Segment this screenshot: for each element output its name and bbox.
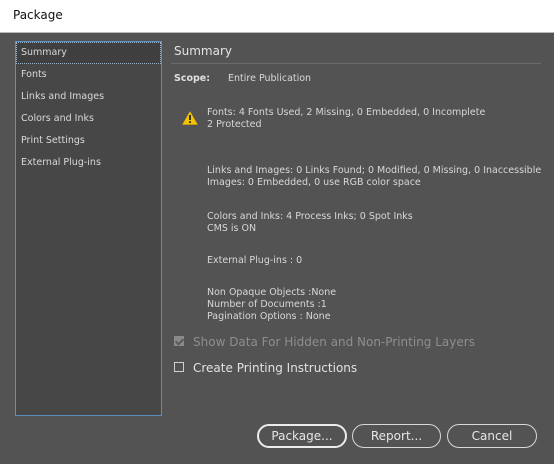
report-button[interactable]: Report...: [352, 424, 441, 448]
sidebar-item-print-settings[interactable]: Print Settings: [16, 130, 161, 152]
category-list: Summary Fonts Links and Images Colors an…: [15, 41, 162, 416]
show-hidden-layers-label: Show Data For Hidden and Non-Printing La…: [193, 335, 475, 349]
create-printing-instructions-label: Create Printing Instructions: [193, 361, 358, 375]
colors-summary-line1: Colors and Inks: 4 Process Inks; 0 Spot …: [207, 211, 413, 222]
section-title: Summary: [174, 44, 232, 58]
sidebar-item-fonts[interactable]: Fonts: [16, 64, 161, 86]
checkbox-checked-icon: [174, 336, 184, 346]
sidebar-item-links-and-images[interactable]: Links and Images: [16, 86, 161, 108]
title-bar[interactable]: Package: [0, 0, 554, 33]
dialog-title: Package: [13, 8, 63, 22]
colors-summary-line2: CMS is ON: [207, 223, 257, 234]
links-summary-line1: Links and Images: 0 Links Found; 0 Modif…: [207, 165, 542, 176]
section-divider: [171, 63, 541, 64]
scope-value: Entire Publication: [228, 73, 312, 84]
sidebar-item-external-plug-ins[interactable]: External Plug-ins: [16, 152, 161, 174]
warning-icon: [182, 110, 198, 125]
opaque-objects-line: Non Opaque Objects :None: [207, 287, 337, 298]
sidebar-item-summary[interactable]: Summary: [16, 42, 161, 64]
links-summary-line2: Images: 0 Embedded, 0 use RGB color spac…: [207, 177, 421, 188]
fonts-summary-line1: Fonts: 4 Fonts Used, 2 Missing, 0 Embedd…: [207, 107, 486, 118]
checkbox-unchecked-icon: [174, 362, 184, 372]
pagination-options-line: Pagination Options : None: [207, 311, 331, 322]
fonts-summary-line2: 2 Protected: [207, 119, 262, 130]
sidebar-item-colors-and-inks[interactable]: Colors and Inks: [16, 108, 161, 130]
scope-label: Scope:: [174, 73, 211, 84]
document-count-line: Number of Documents :1: [207, 299, 327, 310]
package-button[interactable]: Package...: [257, 424, 347, 448]
cancel-button[interactable]: Cancel: [447, 424, 537, 448]
plugins-summary-line: External Plug-ins : 0: [207, 255, 303, 266]
package-dialog: Package Summary Fonts Links and Images C…: [0, 0, 554, 464]
